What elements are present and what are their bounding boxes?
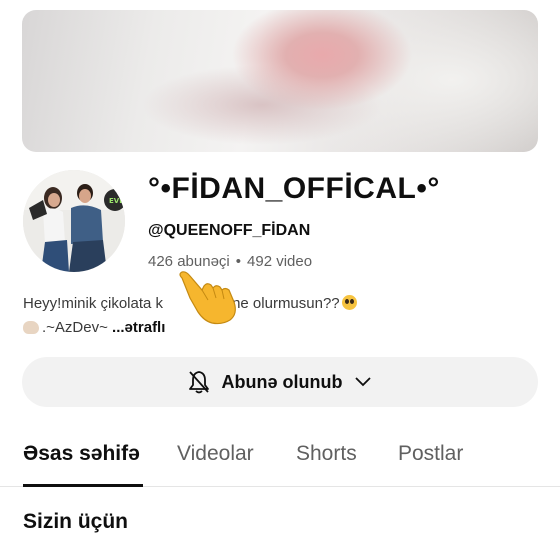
subscribed-button[interactable]: Abunə olunub [22,357,538,407]
channel-avatar[interactable]: EVE [23,170,125,272]
chevron-down-icon [355,377,372,387]
subscribed-label: Abunə olunub [221,371,343,392]
description-text: Heyy!minik çikolata k [23,295,164,312]
channel-tabs: Əsas səhifə Videolar Shorts Postlar [0,430,560,487]
hand-emoji-icon [23,321,39,334]
bell-off-icon [188,371,209,394]
pointing-hand-icon [179,271,236,325]
channel-banner [22,10,538,152]
video-count: 492 video [247,253,313,270]
avatar-image: EVE [23,170,125,272]
tab-home[interactable]: Əsas səhifə [23,442,140,466]
svg-text:EVE: EVE [109,197,124,205]
more-link[interactable]: ...ətraflı [112,319,165,336]
channel-handle: @QUEENOFF_FİDAN [148,222,311,239]
channel-name: °•FİDAN_OFFİCAL•° [148,172,440,205]
description-line-2: .~AzDev~ [42,319,108,336]
active-tab-indicator [23,484,143,487]
pleading-face-icon [341,295,357,310]
tab-posts[interactable]: Postlar [398,442,463,466]
tab-shorts[interactable]: Shorts [296,442,357,466]
tab-videos[interactable]: Videolar [177,442,254,466]
section-title: Sizin üçün [23,510,128,533]
channel-description[interactable]: Heyy!minik çikolata k abone olurmusun?? .… [23,292,533,340]
